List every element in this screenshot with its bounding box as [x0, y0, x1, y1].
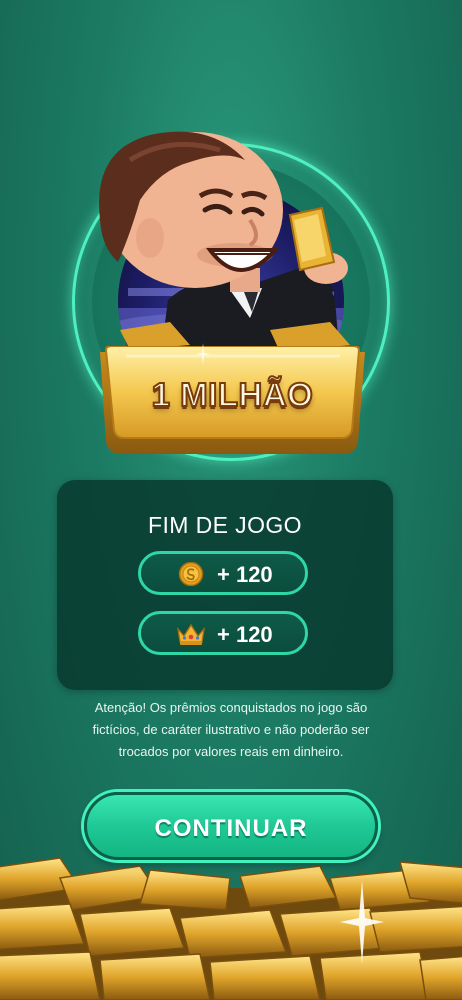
- result-panel: FIM DE JOGO + 120 + 120: [57, 480, 393, 690]
- prize-label: 1 MILHÃO: [151, 375, 314, 414]
- disclaimer-text: Atenção! Os prêmios conquistados no jogo…: [40, 697, 422, 763]
- sparkle-icon: [340, 880, 384, 964]
- disclaimer-line-3: trocados por valores reais em dinheiro.: [118, 744, 344, 759]
- game-over-title: FIM DE JOGO: [148, 512, 302, 538]
- small-sparkle-icon: [196, 343, 210, 365]
- coin-reward-pill: + 120: [138, 551, 308, 595]
- coin-reward-amount: + 120: [217, 562, 273, 587]
- gold-bars-pile: [0, 857, 462, 1000]
- crown-icon: [177, 623, 205, 645]
- continue-button[interactable]: CONTINUAR: [84, 792, 378, 860]
- coin-icon: [178, 562, 204, 586]
- disclaimer-line-1: Atenção! Os prêmios conquistados no jogo…: [94, 700, 368, 715]
- continue-button-label: CONTINUAR: [154, 815, 308, 842]
- gold-bar-in-hand: [288, 206, 336, 272]
- crown-reward-amount: + 120: [217, 622, 273, 647]
- crown-reward-pill: + 120: [138, 611, 308, 655]
- prize-gold-bar: 1 MILHÃO: [96, 346, 369, 460]
- disclaimer-line-2: fictícios, de caráter ilustrativo e não …: [92, 722, 370, 737]
